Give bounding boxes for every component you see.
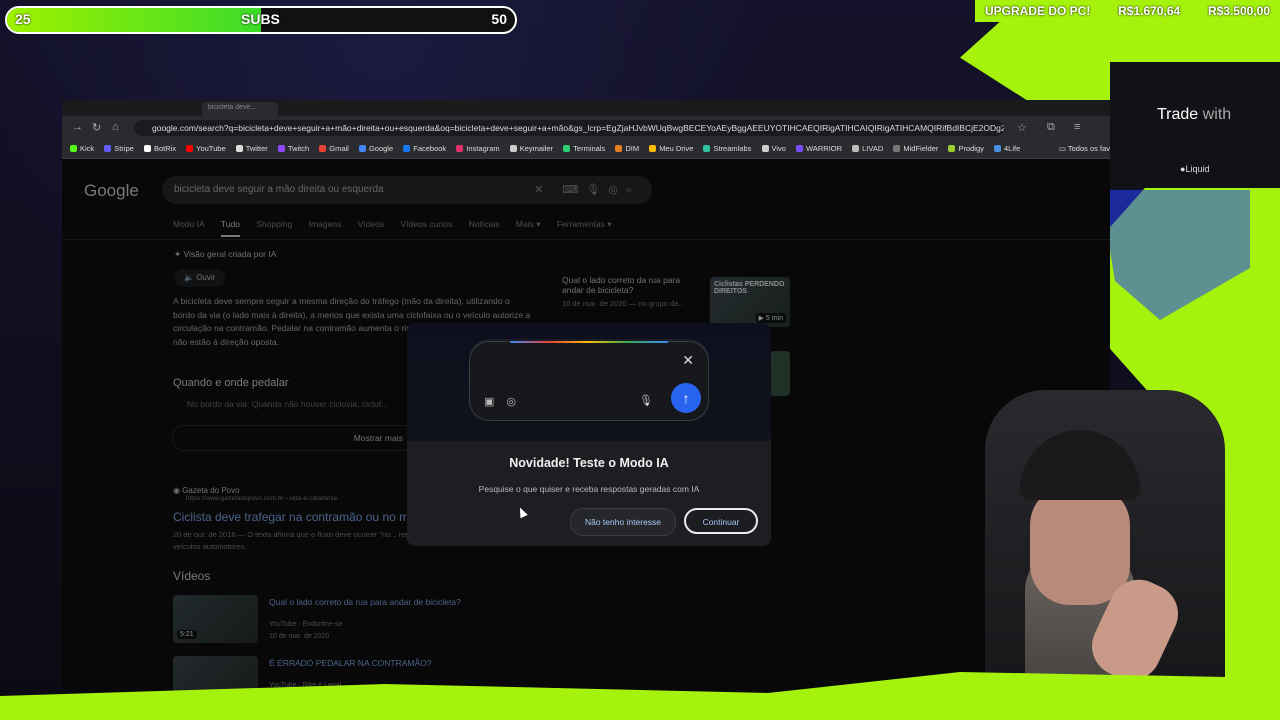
bookmark-livad[interactable]: LIVAD (852, 140, 883, 158)
bookmark-youtube[interactable]: YouTube (186, 140, 226, 158)
ad-with-text: with (1202, 106, 1232, 123)
bookmark-streamlabs[interactable]: Streamlabs (703, 140, 751, 158)
decline-button[interactable]: Não tenho interesse (570, 508, 676, 536)
browser-toolbar: → ↻ ⌂ google.com/search?q=bicicleta+deve… (62, 116, 1110, 140)
bookmark-keymailer[interactable]: Keymailer (509, 140, 553, 158)
upgrade-label: UPGRADE DO PC! (985, 4, 1091, 18)
tab-strip: bicicleta deve... (62, 100, 1110, 116)
streamer-face (1030, 485, 1130, 605)
bookmark-botrix[interactable]: BotRix (143, 140, 176, 158)
bookmark-google[interactable]: Google (358, 140, 393, 158)
ad-brand: ●Liquid (1180, 164, 1209, 174)
gradient-glow (510, 341, 668, 343)
bookmark-drive[interactable]: Meu Drive (649, 140, 693, 158)
sponsor-ad: Trade with ●Liquid (1110, 62, 1280, 188)
subs-progress-fill (7, 8, 261, 32)
streamer-cap (1020, 430, 1140, 500)
browser-tab[interactable]: bicicleta deve... (202, 102, 278, 116)
reload-icon[interactable]: ↻ (92, 121, 101, 134)
bookmark-kick[interactable]: Kick (70, 140, 94, 158)
bookmark-twitter[interactable]: Twitter (235, 140, 268, 158)
dialog-title: Novidade! Teste o Modo IA (509, 456, 669, 470)
bookmark-midfielder[interactable]: MidFielder (893, 140, 938, 158)
bookmark-twitch[interactable]: Twitch (277, 140, 309, 158)
back-icon[interactable]: → (72, 121, 83, 133)
upgrade-goal-bar: UPGRADE DO PC! R$1.670,64 R$3.500,00 (975, 0, 1280, 22)
ad-brand-text: Liquid (1185, 164, 1210, 174)
bookmarks-folder[interactable]: ▭ Todos os fav (1059, 140, 1110, 158)
send-arrow-icon: ↑ (671, 383, 701, 413)
bookmark-facebook[interactable]: Facebook (403, 140, 446, 158)
dialog-description: Pesquise o que quiser e receba respostas… (478, 484, 700, 494)
bookmark-gmail[interactable]: Gmail (319, 140, 349, 158)
subs-label: SUBS (241, 11, 280, 27)
lens-icon: ◎ (506, 396, 529, 408)
ad-trade-text: Trade (1157, 106, 1199, 123)
bookmark-4life[interactable]: 4Life (994, 140, 1020, 158)
webcam-feed (930, 380, 1280, 720)
bookmark-stripe[interactable]: Stripe (104, 140, 134, 158)
bookmark-prodigy[interactable]: Prodigy (948, 140, 984, 158)
prompt-tool-icons: ▣◎ (484, 395, 528, 408)
continue-button[interactable]: Continuar (684, 508, 758, 534)
image-icon: ▣ (484, 396, 507, 408)
ai-mode-dialog: ✕ ▣◎ 🎙 ↑ Novidade! Teste o Modo IA Pesqu… (407, 323, 771, 546)
subs-goal: 50 (491, 11, 507, 27)
bookmark-dim[interactable]: DIM (615, 140, 639, 158)
extensions-icon[interactable]: ⧉ (1047, 121, 1055, 134)
star-icon[interactable]: ☆ (1017, 121, 1027, 134)
bookmark-instagram[interactable]: Instagram (456, 140, 500, 158)
address-bar[interactable]: google.com/search?q=bicicleta+deve+segui… (134, 120, 1004, 136)
ai-prompt-box: ✕ ▣◎ 🎙 ↑ (469, 341, 709, 421)
subs-goal-bar: 25 SUBS 50 (5, 6, 517, 34)
dialog-illustration: ✕ ▣◎ 🎙 ↑ (407, 323, 771, 441)
home-icon[interactable]: ⌂ (112, 121, 119, 133)
ad-headline: Trade with (1157, 106, 1231, 124)
upgrade-current: R$1.670,64 (1118, 4, 1181, 18)
upgrade-goal: R$3.500,00 (1207, 4, 1270, 18)
bookmark-terminals[interactable]: Terminals (563, 140, 605, 158)
mic-icon: 🎙 (639, 395, 653, 407)
bookmark-warrior[interactable]: WARRIOR (796, 140, 842, 158)
bookmarks-bar: Kick Stripe BotRix YouTube Twitter Twitc… (62, 140, 1110, 159)
subs-current: 25 (15, 11, 31, 27)
close-icon[interactable]: ✕ (682, 352, 694, 369)
menu-icon[interactable]: ≡ (1074, 121, 1080, 133)
bookmark-vivo[interactable]: Vivo (761, 140, 786, 158)
folder-icon: ▭ (1058, 144, 1068, 153)
